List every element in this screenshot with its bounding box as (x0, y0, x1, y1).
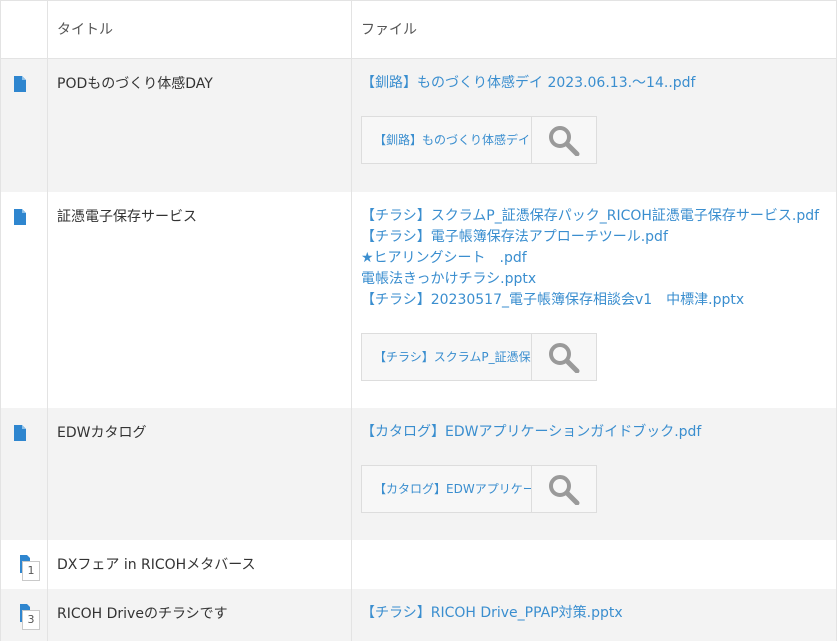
document-icon[interactable] (13, 424, 27, 441)
zoom-button[interactable] (531, 116, 597, 164)
header-file[interactable]: ファイル (351, 0, 837, 59)
file-link[interactable]: 【カタログ】EDWアプリケーションガイドブック.pdf (361, 422, 836, 443)
title-cell: 証憑電子保存サービス (47, 191, 352, 408)
record-title: DXフェア in RICOHメタバース (57, 556, 256, 573)
record-title: RICOH Driveのチラシです (57, 605, 228, 622)
file-link[interactable]: 【チラシ】スクラムP_証憑保存パック_RICOH証憑電子保存サービス.pdf (361, 206, 836, 227)
table-row: PODものづくり体感DAY 【釧路】ものづくり体感デイ 2023.06.13.～… (0, 58, 837, 192)
table-row: EDWカタログ 【カタログ】EDWアプリケーションガイドブック.pdf 【カタロ… (0, 407, 837, 540)
row-icon-cell[interactable] (0, 58, 48, 192)
table-row: 1 DXフェア in RICOHメタバース (0, 539, 837, 589)
row-icon-cell[interactable]: 1 (0, 539, 48, 589)
title-cell: RICOH Driveのチラシです (47, 588, 352, 641)
file-cell (351, 539, 837, 589)
title-cell: DXフェア in RICOHメタバース (47, 539, 352, 589)
header-title-label: タイトル (57, 22, 113, 38)
document-icon[interactable] (13, 208, 27, 225)
record-title: 証憑電子保存サービス (57, 208, 197, 225)
comment-count-badge: 1 (22, 560, 40, 581)
header-icon-cell (0, 0, 48, 59)
magnifier-icon (549, 474, 580, 505)
document-icon[interactable] (13, 76, 27, 92)
header-title[interactable]: タイトル (47, 0, 352, 59)
record-title: EDWカタログ (57, 424, 147, 441)
file-thumbnail[interactable]: 【チラシ】スクラムP_証憑保存パック (361, 332, 536, 381)
file-cell: 【釧路】ものづくり体感デイ 2023.06.13.～14..pdf 【釧路】もの… (351, 58, 837, 192)
file-preview: 【カタログ】EDWアプリケーションガイドブック (361, 464, 836, 513)
record-title: PODものづくり体感DAY (57, 76, 213, 92)
header-file-label: ファイル (361, 22, 417, 38)
file-link[interactable]: 【チラシ】電子帳簿保存法アプローチツール.pdf (361, 227, 836, 248)
file-preview: 【釧路】ものづくり体感デイ (361, 116, 836, 164)
zoom-button[interactable] (531, 332, 597, 381)
file-cell: 【チラシ】スクラムP_証憑保存パック_RICOH証憑電子保存サービス.pdf 【… (351, 191, 837, 408)
table-row: 3 RICOH Driveのチラシです 【チラシ】RICOH Drive_PPA… (0, 588, 837, 641)
file-thumbnail[interactable]: 【カタログ】EDWアプリケーションガイドブック (361, 464, 536, 513)
magnifier-icon (549, 342, 580, 373)
file-preview: 【チラシ】スクラムP_証憑保存パック (361, 332, 836, 381)
table-row: 証憑電子保存サービス 【チラシ】スクラムP_証憑保存パック_RICOH証憑電子保… (0, 191, 837, 408)
file-cell: 【チラシ】RICOH Drive_PPAP対策.pptx (351, 588, 837, 641)
row-icon-cell[interactable]: 3 (0, 588, 48, 641)
file-link[interactable]: 電帳法きっかけチラシ.pptx (361, 269, 836, 290)
file-link[interactable]: 【チラシ】RICOH Drive_PPAP対策.pptx (361, 603, 836, 624)
file-link[interactable]: 【釧路】ものづくり体感デイ 2023.06.13.～14..pdf (361, 73, 836, 94)
zoom-button[interactable] (531, 464, 597, 513)
file-cell: 【カタログ】EDWアプリケーションガイドブック.pdf 【カタログ】EDWアプリ… (351, 407, 837, 540)
title-cell: PODものづくり体感DAY (47, 58, 352, 192)
magnifier-icon (549, 126, 580, 156)
row-icon-cell[interactable] (0, 407, 48, 540)
row-icon-cell[interactable] (0, 191, 48, 408)
comment-count-badge: 3 (22, 609, 40, 630)
file-thumbnail[interactable]: 【釧路】ものづくり体感デイ (361, 116, 536, 164)
file-link[interactable]: ★ヒアリングシート .pdf (361, 248, 836, 269)
title-cell: EDWカタログ (47, 407, 352, 540)
record-table: タイトル ファイル PODものづくり体感DAY 【釧路】ものづくり体感デイ 20… (0, 0, 837, 641)
table-header-row: タイトル ファイル (0, 0, 837, 59)
file-link[interactable]: 【チラシ】20230517_電子帳簿保存相談会v1 中標津.pptx (361, 290, 836, 311)
